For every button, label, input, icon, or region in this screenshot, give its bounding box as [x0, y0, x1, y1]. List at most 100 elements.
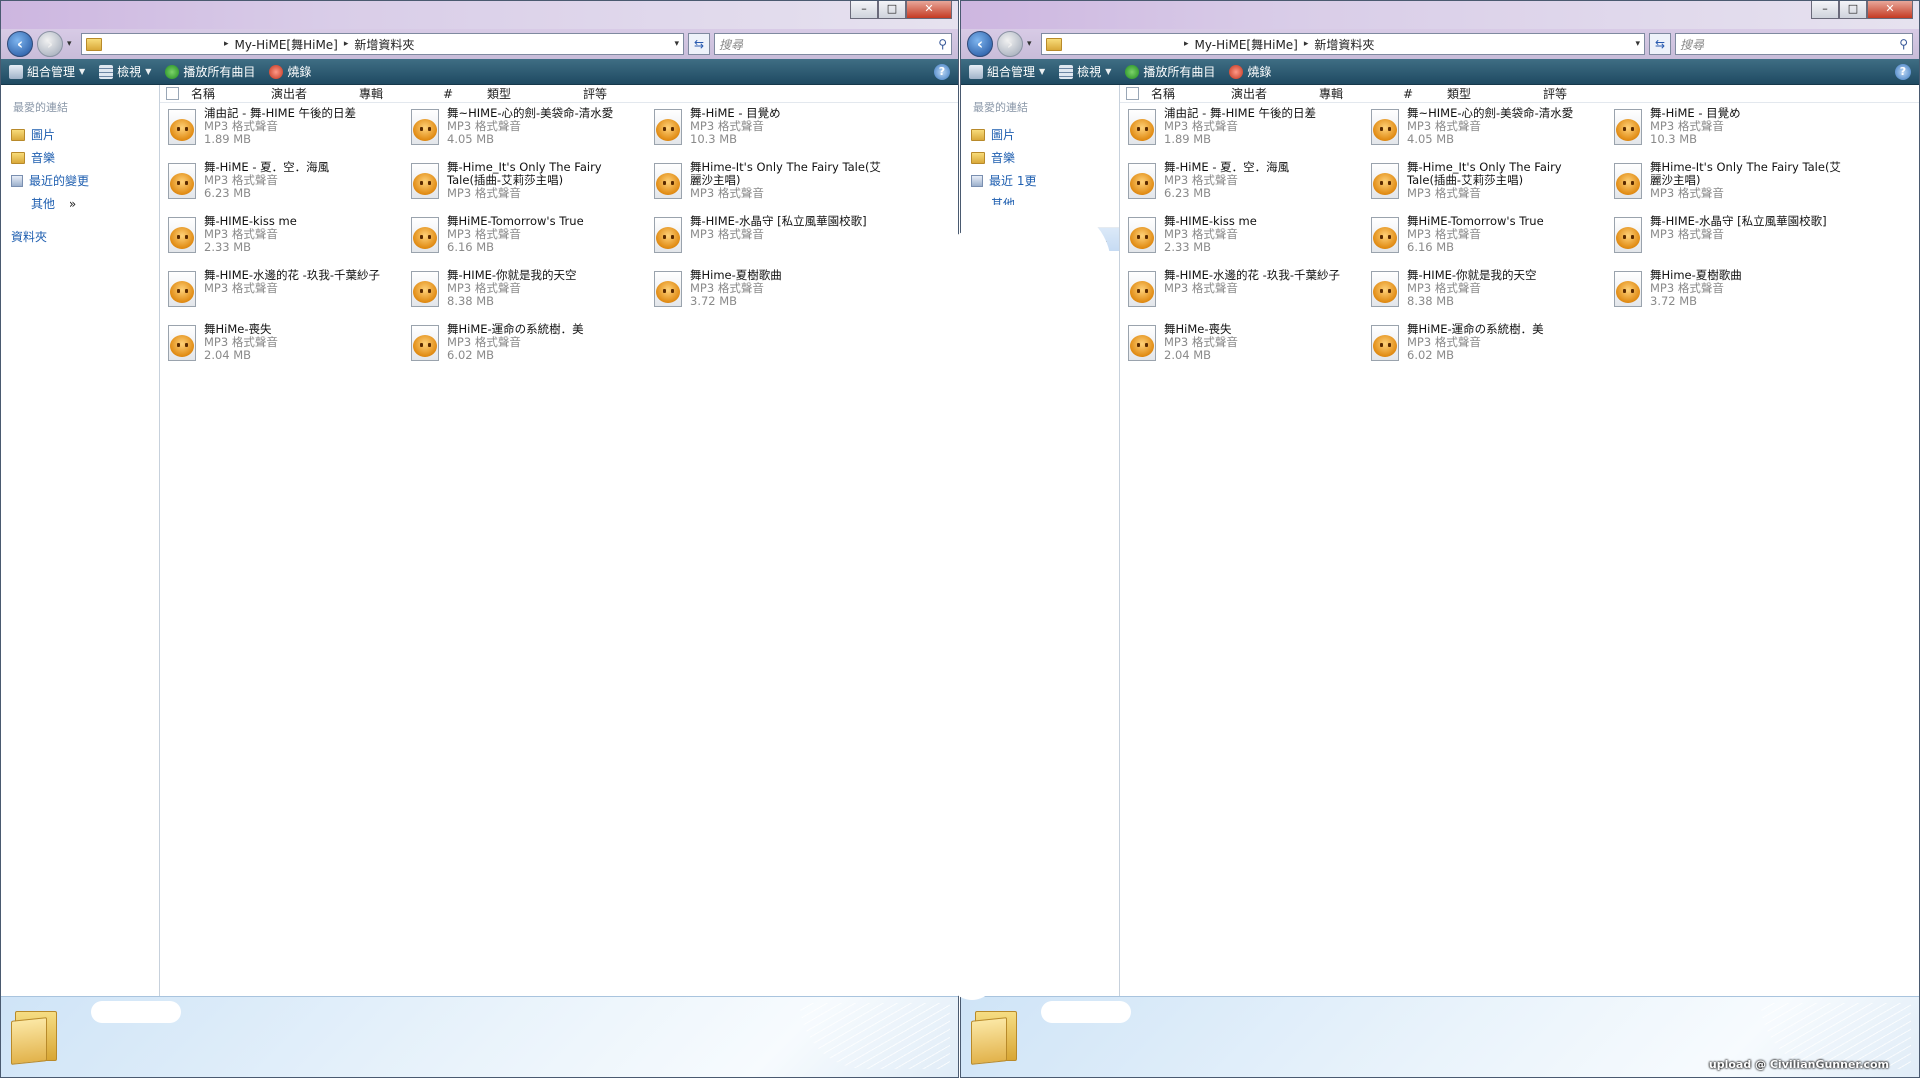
recent-pages-dropdown-icon[interactable]: ▾ — [67, 39, 77, 49]
column-header-type[interactable]: 類型 — [483, 85, 579, 102]
file-item[interactable]: 舞-HiME - 夏．空．海風 MP3 格式聲音 6.23 MB — [164, 159, 407, 213]
burn-button[interactable]: 燒錄 — [269, 63, 311, 80]
file-item[interactable]: 舞-HIME-水晶守 [私立風華園校歌] MP3 格式聲音 — [1610, 213, 1853, 267]
select-all-checkbox[interactable] — [1126, 87, 1139, 100]
refresh-button[interactable]: ⇆ — [1649, 33, 1671, 55]
file-size: 6.16 MB — [447, 240, 495, 254]
file-item[interactable]: 舞-HIME-你就是我的天空 MP3 格式聲音 8.38 MB — [1367, 267, 1610, 321]
file-item[interactable]: 舞Hime-It's Only The Fairy Tale(艾麗沙主唱) MP3… — [1610, 159, 1853, 213]
column-header-rating[interactable]: 評等 — [579, 85, 643, 102]
column-header-name[interactable]: 名稱 — [187, 85, 267, 102]
search-icon[interactable]: ⚲ — [938, 37, 947, 51]
help-button[interactable]: ? — [934, 63, 950, 80]
column-header-album[interactable]: 專輯 — [1315, 85, 1399, 102]
column-header-artist[interactable]: 演出者 — [1227, 85, 1315, 102]
nav-link-recent-changes[interactable]: 最近 1更 — [961, 169, 1119, 192]
file-item[interactable]: 舞-Hime_It's Only The Fairy Tale(插曲-艾莉莎主唱… — [407, 159, 650, 213]
organize-button[interactable]: 組合管理 ▼ — [969, 63, 1045, 80]
file-item[interactable]: 舞-HIME-kiss me MP3 格式聲音 2.33 MB — [1124, 213, 1367, 267]
maximize-button[interactable]: □ — [878, 1, 906, 19]
title-bar[interactable]: – □ ✕ — [1, 1, 958, 29]
details-pane — [1, 996, 958, 1077]
forward-button[interactable]: › — [37, 31, 63, 57]
nav-link-music[interactable]: 音樂 — [961, 146, 1119, 169]
file-item[interactable]: 舞HiME-Tomorrow's True MP3 格式聲音 6.16 MB — [1367, 213, 1610, 267]
file-item[interactable]: 舞HiMe-喪失 MP3 格式聲音 2.04 MB — [1124, 321, 1367, 375]
nav-link-pictures[interactable]: 圖片 — [961, 123, 1119, 146]
file-item[interactable]: 舞-HIME-水晶守 [私立風華園校歌] MP3 格式聲音 — [650, 213, 893, 267]
file-item[interactable]: 舞-HiME - 目覺め MP3 格式聲音 10.3 MB — [1610, 105, 1853, 159]
file-item[interactable]: 舞Hime-It's Only The Fairy Tale(艾麗沙主唱) MP3… — [650, 159, 893, 213]
nav-link-music[interactable]: 音樂 — [1, 146, 159, 169]
file-item[interactable]: 舞-HiME - 目覺め MP3 格式聲音 10.3 MB — [650, 105, 893, 159]
title-bar[interactable]: – □ ✕ — [961, 1, 1919, 29]
column-header-artist[interactable]: 演出者 — [267, 85, 355, 102]
file-item[interactable]: 舞~HIME-心的劍-美袋命-清水愛 MP3 格式聲音 4.05 MB — [1367, 105, 1610, 159]
file-item[interactable]: 舞Hime-夏樹歌曲 MP3 格式聲音 3.72 MB — [650, 267, 893, 321]
breadcrumb-separator-icon[interactable]: ▸ — [224, 39, 229, 49]
breadcrumb-myhime[interactable]: My-HiME[舞HiMe] — [1195, 36, 1298, 53]
address-dropdown-icon[interactable]: ▾ — [1635, 39, 1640, 49]
file-item[interactable]: 舞HiME-Tomorrow's True MP3 格式聲音 6.16 MB — [407, 213, 650, 267]
nav-more-link[interactable]: 其他 » — [1, 192, 159, 215]
column-header-track[interactable]: # — [439, 87, 483, 101]
breadcrumb-myhime[interactable]: My-HiME[舞HiMe] — [235, 36, 338, 53]
breadcrumb-new-folder[interactable]: 新增資料夾 — [354, 36, 414, 53]
file-item[interactable]: 浦由記 - 舞-HIME 午後的日差 MP3 格式聲音 1.89 MB — [164, 105, 407, 159]
burn-button[interactable]: 燒錄 — [1229, 63, 1271, 80]
breadcrumb-separator-icon[interactable]: ▸ — [344, 39, 349, 49]
navigation-pane: 最愛的連結 圖片 音樂 最近的變更 其他 » 資料夾 — [1, 85, 160, 997]
back-button[interactable]: ‹ — [967, 31, 993, 57]
nav-link-recent-changes[interactable]: 最近的變更 — [1, 169, 159, 192]
close-button[interactable]: ✕ — [1867, 1, 1913, 19]
file-item[interactable]: 舞~HIME-心的劍-美袋命-清水愛 MP3 格式聲音 4.05 MB — [407, 105, 650, 159]
folder-icon — [971, 1005, 1021, 1065]
address-field[interactable]: ▸ My-HiME[舞HiMe] ▸ 新增資料夾 ▾ — [1041, 33, 1645, 55]
column-header-name[interactable]: 名稱 — [1147, 85, 1227, 102]
views-button[interactable]: 檢視 ▼ — [99, 63, 151, 80]
column-header-album[interactable]: 專輯 — [355, 85, 439, 102]
address-dropdown-icon[interactable]: ▾ — [674, 39, 679, 49]
help-button[interactable]: ? — [1895, 63, 1911, 80]
column-header-track[interactable]: # — [1399, 87, 1443, 101]
file-item[interactable]: 舞Hime-夏樹歌曲 MP3 格式聲音 3.72 MB — [1610, 267, 1853, 321]
file-size: 10.3 MB — [690, 132, 738, 146]
file-item-text: 舞-HIME-水晶守 [私立風華園校歌] MP3 格式聲音 — [1650, 215, 1827, 241]
play-all-button[interactable]: 播放所有曲目 — [1125, 63, 1215, 80]
minimize-button[interactable]: – — [850, 1, 878, 19]
breadcrumb-new-folder[interactable]: 新增資料夾 — [1314, 36, 1374, 53]
file-item[interactable]: 舞-HIME-你就是我的天空 MP3 格式聲音 8.38 MB — [407, 267, 650, 321]
file-item[interactable]: 舞HiMe-喪失 MP3 格式聲音 2.04 MB — [164, 321, 407, 375]
views-button[interactable]: 檢視 ▼ — [1059, 63, 1111, 80]
column-header-rating[interactable]: 評等 — [1539, 85, 1603, 102]
play-icon — [1125, 64, 1140, 79]
search-icon[interactable]: ⚲ — [1899, 37, 1908, 51]
refresh-button[interactable]: ⇆ — [688, 33, 710, 55]
close-button[interactable]: ✕ — [906, 1, 952, 19]
recent-pages-dropdown-icon[interactable]: ▾ — [1027, 39, 1037, 49]
column-header-type[interactable]: 類型 — [1443, 85, 1539, 102]
play-all-button[interactable]: 播放所有曲目 — [165, 63, 255, 80]
breadcrumb-separator-icon[interactable]: ▸ — [1304, 39, 1309, 49]
nav-link-pictures[interactable]: 圖片 — [1, 123, 159, 146]
mp3-file-icon — [1367, 215, 1403, 255]
file-item[interactable]: 舞-HIME-kiss me MP3 格式聲音 2.33 MB — [164, 213, 407, 267]
back-button[interactable]: ‹ — [7, 31, 33, 57]
search-input[interactable]: 搜尋 ⚲ — [714, 33, 952, 55]
window-controls: – □ ✕ — [850, 1, 952, 19]
search-input[interactable]: 搜尋 ⚲ — [1675, 33, 1913, 55]
file-item[interactable]: 浦由記 - 舞-HIME 午後的日差 MP3 格式聲音 1.89 MB — [1124, 105, 1367, 159]
address-field[interactable]: ▸ My-HiME[舞HiMe] ▸ 新增資料夾 ▾ — [81, 33, 684, 55]
forward-button[interactable]: › — [997, 31, 1023, 57]
maximize-button[interactable]: □ — [1839, 1, 1867, 19]
file-item[interactable]: 舞-HIME-水邊的花 -玖我-千葉紗子 MP3 格式聲音 — [164, 267, 407, 321]
organize-button[interactable]: 組合管理 ▼ — [9, 63, 85, 80]
file-item[interactable]: 舞-HIME-水邊的花 -玖我-千葉紗子 MP3 格式聲音 — [1124, 267, 1367, 321]
breadcrumb-separator-icon[interactable]: ▸ — [1184, 39, 1189, 49]
file-item[interactable]: 舞-Hime_It's Only The Fairy Tale(插曲-艾莉莎主唱… — [1367, 159, 1610, 213]
minimize-button[interactable]: – — [1811, 1, 1839, 19]
file-item[interactable]: 舞HiME-運命の系統樹．美 MP3 格式聲音 6.02 MB — [407, 321, 650, 375]
file-item[interactable]: 舞-HiME - 夏．空．海風 MP3 格式聲音 6.23 MB — [1124, 159, 1367, 213]
select-all-checkbox[interactable] — [166, 87, 179, 100]
file-item[interactable]: 舞HiME-運命の系統樹．美 MP3 格式聲音 6.02 MB — [1367, 321, 1610, 375]
